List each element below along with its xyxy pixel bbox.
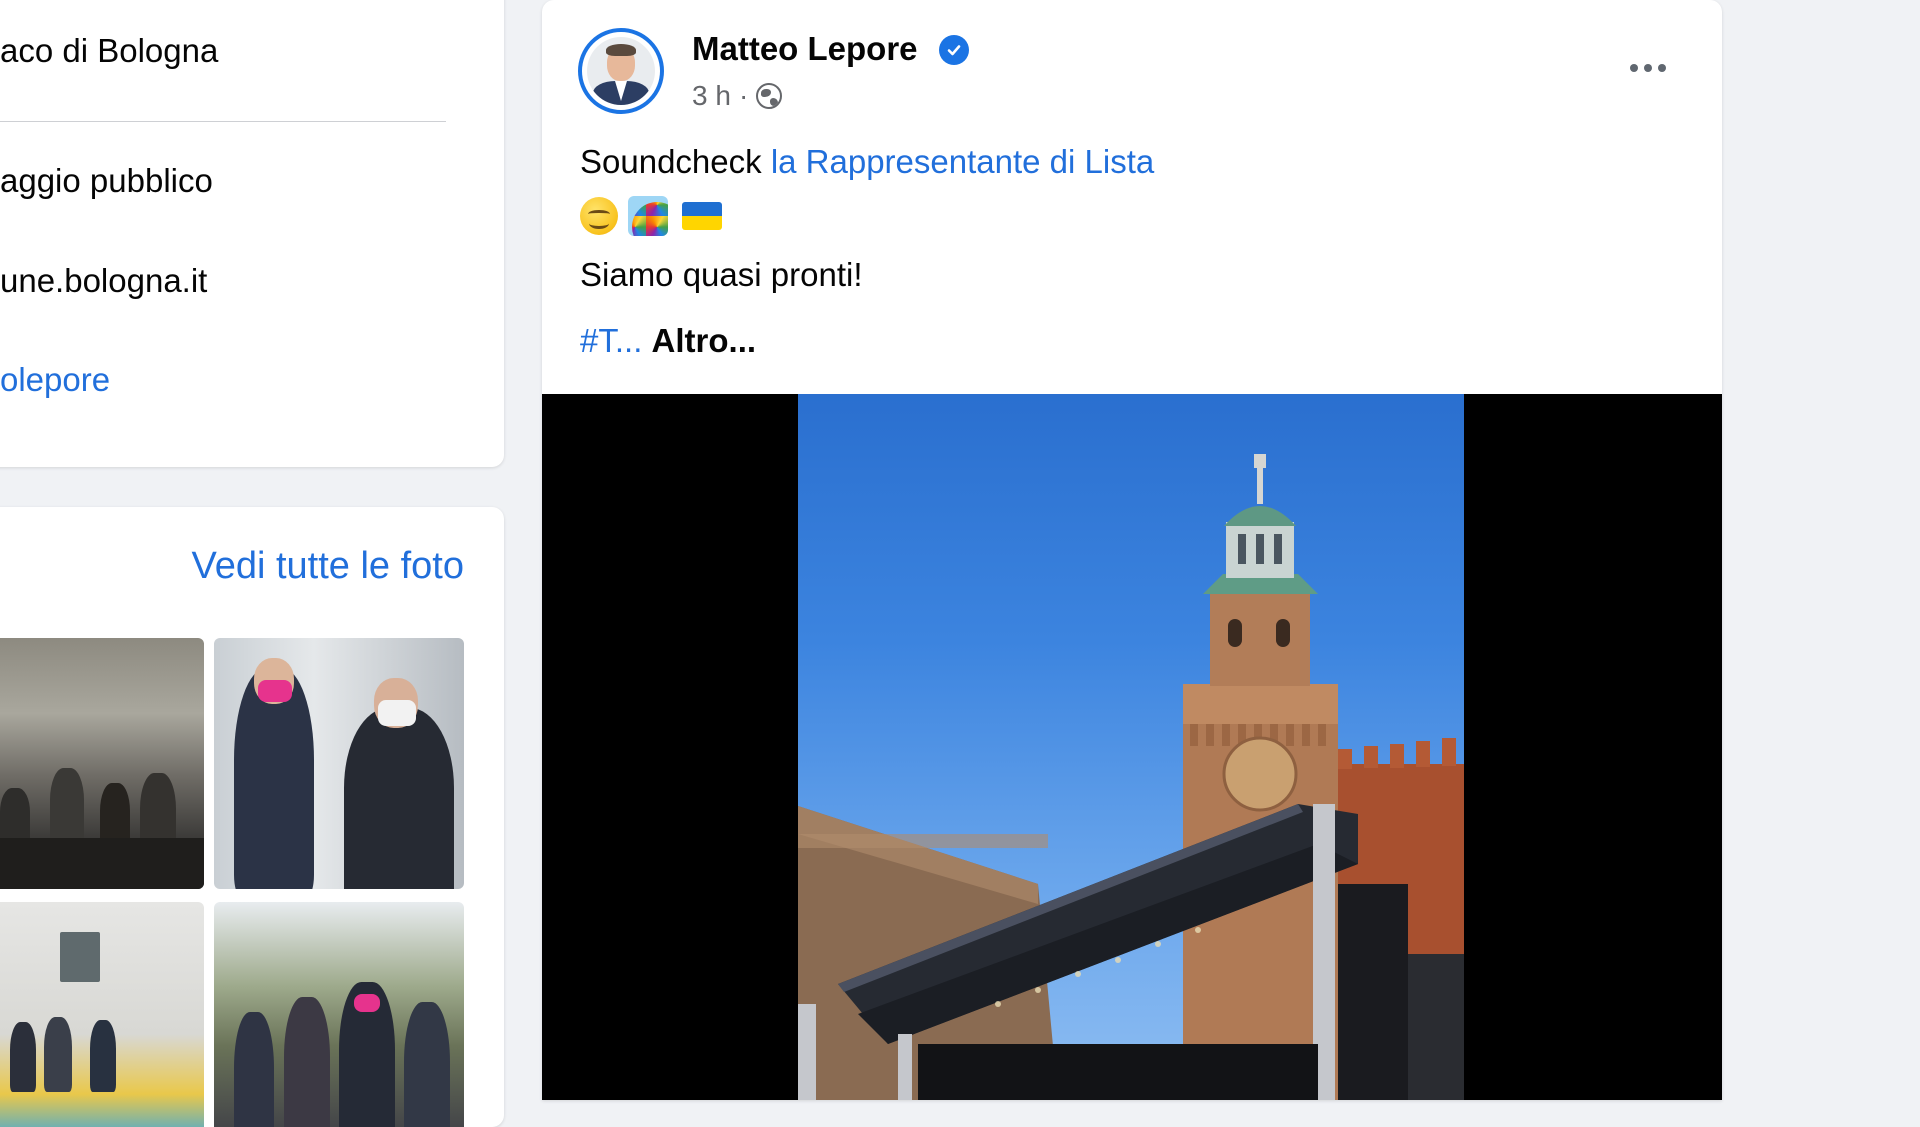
post-text-prefix: Soundcheck [580,143,762,180]
see-all-photos-link[interactable]: Vedi tutte le foto [191,545,464,588]
photo-thumbnail[interactable] [214,638,464,889]
video-frame [798,394,1464,1100]
photo-thumbnail[interactable] [0,902,204,1127]
post-meta: 3 h · [692,80,783,112]
post-card: Matteo Lepore 3 h · Soundcheck la Rappre… [542,0,1722,1100]
author-avatar[interactable] [578,28,664,114]
intro-divider [0,121,446,122]
post-text-line2: Siamo quasi pronti! [580,256,863,293]
meta-separator: · [738,80,749,111]
post-text-line3: #T... Altro... [580,322,756,360]
ukraine-flag-emoji-icon [682,202,722,230]
more-options-icon[interactable] [1620,48,1676,88]
globe-icon [756,83,783,109]
intro-role: aco di Bologna [0,32,219,69]
emoji-row [580,196,722,236]
photo-thumbnail[interactable] [0,638,204,889]
photo-thumbnail[interactable] [214,902,464,1127]
intro-social-link[interactable]: olepore [0,361,110,399]
intro-website[interactable]: une.bologna.it [0,262,207,300]
photos-card: Vedi tutte le foto [0,507,504,1127]
smiling-face-emoji-icon [580,197,618,235]
post-video[interactable] [542,394,1722,1100]
mention-link[interactable]: la Rappresentante di Lista [771,143,1154,180]
post-timestamp[interactable]: 3 h [692,80,731,112]
post-author-name[interactable]: Matteo Lepore [692,30,918,68]
intro-card: aco di Bologna aggio pubblico une.bologn… [0,0,504,467]
intro-category: aggio pubblico [0,162,213,199]
post-text-line1: Soundcheck la Rappresentante di Lista [580,143,1154,181]
see-more-link[interactable]: Altro... [652,322,757,359]
rainbow-emoji-icon [628,196,668,236]
hashtag-link[interactable]: #T... [580,322,642,359]
verified-badge-icon [939,35,969,65]
